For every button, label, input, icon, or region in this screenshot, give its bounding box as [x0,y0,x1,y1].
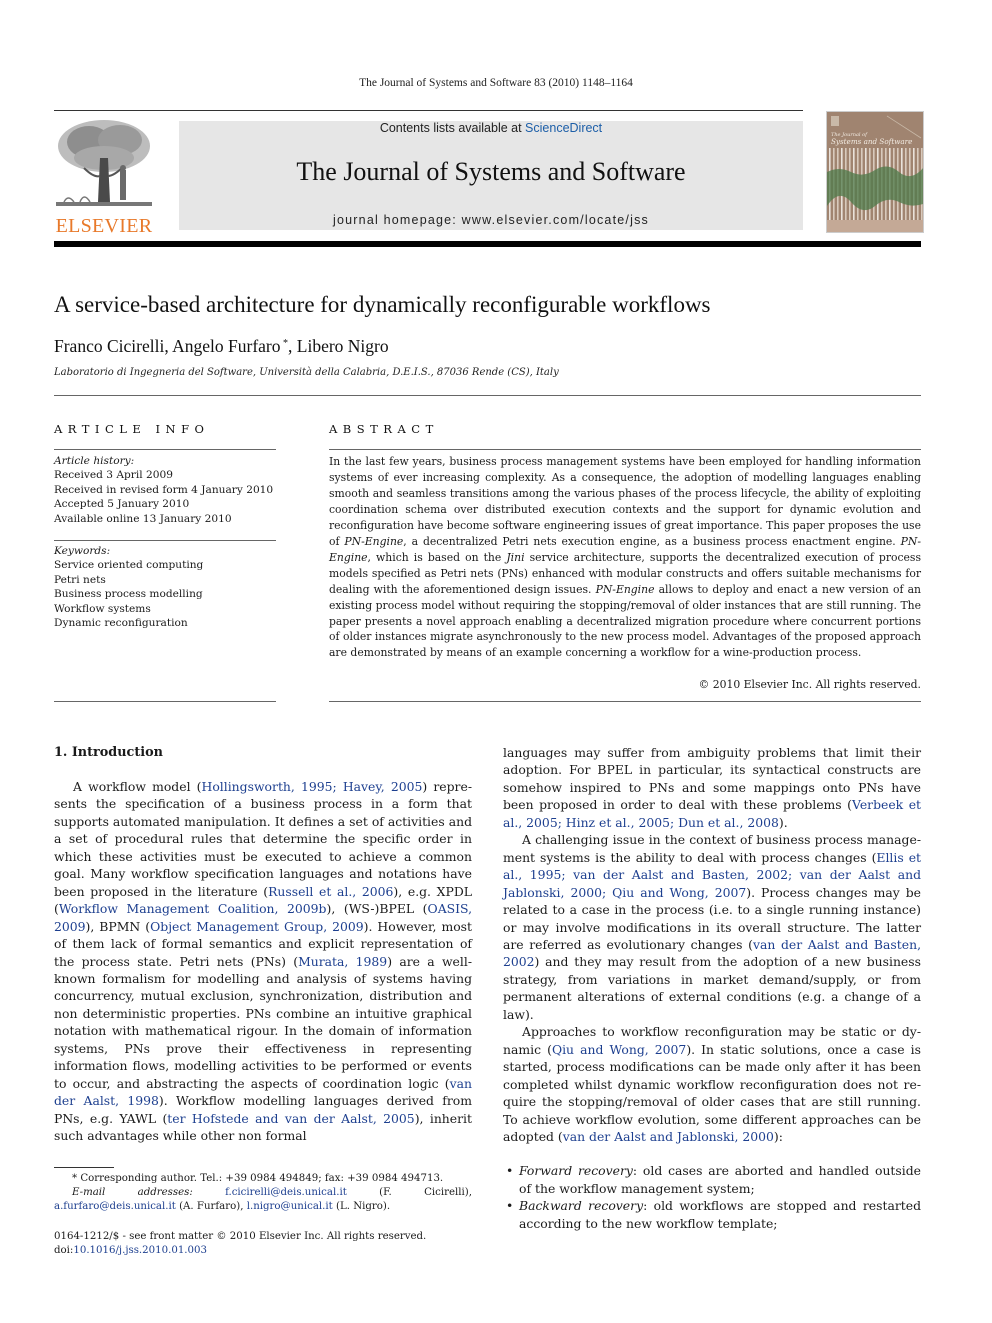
emphasis: PN-Engine [595,582,655,596]
author-separator: , [164,336,173,356]
doi-line: doi:10.1016/j.jss.2010.01.003 [54,1244,472,1258]
email-link[interactable]: f.cicirelli@deis.unical.it [225,1187,347,1198]
email-label: E-mail addresses: [72,1187,226,1199]
article-title: A service-based architecture for dynamic… [54,292,711,317]
list-item: • Backward recovery: old workflows are st… [503,1197,921,1232]
footnote-rule [54,1167,114,1168]
running-head: The Journal of Systems and Software 83 (… [359,77,633,89]
citation-link[interactable]: Russell et al., 2006 [268,884,393,899]
email-addresses: E-mail addresses: f.cicirelli@deis.unica… [54,1186,472,1214]
text-segment: ). [778,814,788,830]
corresponding-author-mark[interactable]: * [281,338,288,349]
emphasis: Jini [506,550,525,564]
email-link[interactable]: a.furfaro@deis.unical.it [54,1201,176,1212]
keywords: Keywords: Service oriented computing Pet… [54,544,276,630]
history-label: Article history: [54,455,135,467]
author-name[interactable]: Franco Cicirelli [54,336,164,356]
text-segment: ): [773,1128,783,1144]
history-item: Accepted 5 January 2010 [54,498,190,511]
bullet-icon: • [506,1163,514,1179]
emphasis: PN-Engine [344,534,404,548]
footnote: * Corresponding author. Tel.: +39 0984 4… [54,1172,472,1215]
article-info-rule [54,449,276,450]
article-history: Article history: Received 3 April 2009 R… [54,454,276,526]
citation-link[interactable]: Workflow Manage­ment Coalition, 2009b [59,901,327,916]
publisher-wordmark: ELSEVIER [55,215,153,237]
text-segment: ) are a well-known formalism for model­l… [54,953,473,1091]
citation-link[interactable]: Qiu and Wong, 2007 [552,1042,686,1057]
bullet-term: Backward recovery [519,1198,644,1214]
text-segment: ), (WS-)BPEL ( [326,901,428,917]
paragraph: A challenging issue in the context of bu… [503,831,921,1023]
author-name[interactable]: Angelo Furfaro [172,336,280,356]
history-item: Available online 13 January 2010 [54,512,232,525]
abstract-bottom-rule [329,701,921,702]
citation-link[interactable]: ter Hofstede and van der Aalst, 2005 [167,1111,414,1126]
author-name[interactable]: Libero Nigro [297,336,389,356]
contents-prefix: Contents lists available at [379,121,526,135]
svg-text:Systems and Software: Systems and Software [831,137,912,146]
affiliation: Laboratorio di Ingegneria del Software, … [54,367,559,378]
right-column: languages may suffer from ambiguity prob… [503,744,921,1232]
citation-link[interactable]: Object Management Group, 2009 [150,919,364,934]
doi-prefix: doi: [54,1245,74,1257]
header-rule [54,110,803,111]
keyword-item: Workflow systems [54,602,151,615]
email-link[interactable]: l.nigro@unical.it [247,1201,333,1212]
keywords-label: Keywords: [54,545,111,557]
paragraph: Approaches to workflow reconfiguration m… [503,1023,921,1145]
contents-line: Contents lists available at ScienceDirec… [179,121,803,135]
elsevier-logo[interactable]: ELSEVIER [54,118,154,237]
journal-title: The Journal of Systems and Software [296,157,686,186]
author-list: Franco Cicirelli, Angelo Furfaro *, Libe… [54,336,389,357]
history-item: Received 3 April 2009 [54,469,173,482]
author-separator: , [288,336,297,356]
title-rule [54,395,921,396]
bullet-icon: • [506,1198,514,1214]
text-segment: ) and they may result from the adoption … [503,954,921,1022]
journal-cover-icon: The Journal of Systems and Software [827,112,923,232]
keyword-item: Service oriented computing [54,559,204,572]
bullet-term: Forward recovery [519,1163,633,1179]
citation-link[interactable]: van der Aalst and Jablonski, 2000 [563,1129,774,1144]
journal-homepage[interactable]: journal homepage: www.elsevier.com/locat… [179,213,803,227]
left-column: A workflow model (Hollingsworth, 1995; H… [54,778,472,1145]
abstract-copyright: © 2010 Elsevier Inc. All rights reserved… [698,678,921,691]
doi-link[interactable]: 10.1016/j.jss.2010.01.003 [73,1245,207,1256]
list-item: • Forward recovery: old cases are aborted… [503,1162,921,1197]
keyword-item: Petri nets [54,573,106,586]
elsevier-tree-icon [54,118,154,210]
journal-banner: Contents lists available at ScienceDirec… [179,121,803,230]
email-owner: (A. Furfaro), [175,1201,247,1213]
sciencedirect-link[interactable]: ScienceDirect [525,121,602,135]
keyword-item: Business process modelling [54,588,203,601]
issn-line: 0164-1212/$ - see front matter © 2010 El… [54,1231,427,1242]
text-segment: ), BPMN ( [85,918,151,934]
email-owner: (F. Cicirelli), [346,1187,472,1199]
corresponding-author-note: * Corresponding author. Tel.: +39 0984 4… [72,1173,444,1184]
abstract-rule [329,449,921,450]
section-heading: 1. Introduction [54,745,163,760]
email-owner: (L. Nigro). [332,1201,391,1213]
text-segment: A challenging issue in the context of bu… [503,832,921,865]
bullet-list: • Forward recovery: old cases are aborted… [503,1162,921,1232]
text-segment: ) repre­sents the specification of a bus… [54,779,472,899]
front-matter: 0164-1212/$ - see front matter © 2010 El… [54,1230,472,1258]
text-segment: A workflow model ( [73,779,202,794]
abstract-segment: , a decentralized Petri nets execution e… [403,534,901,548]
citation-link[interactable]: Hollingsworth, 1995; Havey, 2005 [202,779,423,794]
article-info-bottom-rule [54,701,276,702]
header-thick-rule [54,241,921,247]
journal-cover[interactable]: The Journal of Systems and Software [826,111,924,233]
paragraph: languages may suffer from ambiguity prob… [503,744,921,831]
abstract-heading: ABSTRACT [329,422,439,436]
history-item: Received in revised form 4 January 2010 [54,483,274,496]
keywords-rule [54,540,276,541]
citation-link[interactable]: Murata, 1989 [298,954,387,969]
abstract-text: In the last few years, business process … [329,454,921,661]
paragraph: A workflow model (Hollingsworth, 1995; H… [54,778,472,1145]
keyword-item: Dynamic reconfiguration [54,617,188,630]
article-info-heading: ARTICLE INFO [54,422,210,436]
abstract-segment: , which is based on the [367,550,507,564]
